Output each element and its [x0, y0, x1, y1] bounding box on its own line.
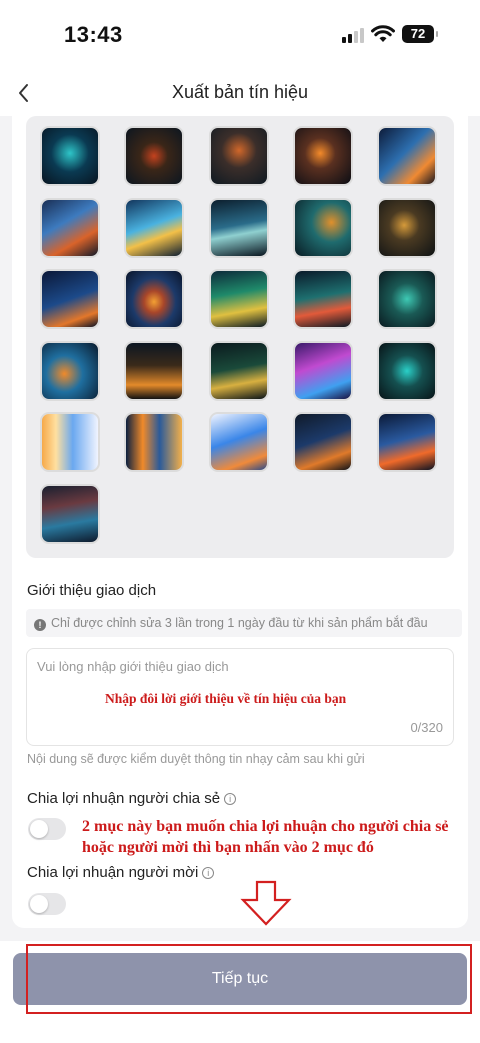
- nav-bar: Xuất bản tín hiệu: [0, 70, 480, 116]
- annotation-intro-hint: Nhập đôi lời giới thiệu về tín hiệu của …: [105, 691, 347, 706]
- inviter-profit-label: Chia lợi nhuận người mời i: [27, 864, 215, 881]
- annotation-down-arrow-icon: [240, 880, 292, 926]
- annotation-highlight-box: [26, 944, 472, 1014]
- warning-icon: !: [34, 619, 46, 631]
- cover-thumb-25[interactable]: [377, 412, 437, 472]
- cellular-signal-icon: [342, 27, 366, 43]
- cover-thumb-5[interactable]: [377, 126, 437, 186]
- review-note: Nội dung sẽ được kiểm duyệt thông tin nh…: [27, 752, 365, 766]
- inviter-profit-toggle[interactable]: [28, 893, 66, 915]
- notice-text: Chỉ được chỉnh sửa 3 lần trong 1 ngày đầ…: [51, 616, 428, 630]
- cover-thumb-22[interactable]: [124, 412, 184, 472]
- cover-thumb-19[interactable]: [293, 340, 353, 401]
- cover-thumb-2[interactable]: [124, 126, 184, 186]
- battery-icon: 72: [402, 25, 438, 43]
- intro-placeholder: Vui lòng nhập giới thiệu giao dịch: [37, 659, 229, 674]
- cover-thumb-8[interactable]: [209, 197, 269, 258]
- cover-thumb-20[interactable]: [377, 340, 437, 401]
- page-title: Xuất bản tín hiệu: [171, 82, 309, 102]
- cover-thumb-13[interactable]: [209, 269, 269, 329]
- toggle-knob: [30, 895, 48, 913]
- cover-thumb-4[interactable]: [293, 126, 353, 186]
- bottom-bar: Tiếp tục: [0, 941, 480, 1043]
- cover-thumb-3[interactable]: [209, 126, 269, 186]
- cover-thumb-15[interactable]: [377, 269, 437, 329]
- cover-image-grid: [26, 116, 454, 558]
- status-bar: 13:43 72: [0, 0, 480, 70]
- cover-thumb-6[interactable]: [40, 197, 100, 258]
- sharer-profit-toggle[interactable]: [28, 818, 66, 840]
- info-icon[interactable]: i: [202, 867, 215, 879]
- cover-thumb-14[interactable]: [293, 269, 353, 329]
- cover-thumb-21[interactable]: [40, 412, 100, 472]
- cover-thumb-1[interactable]: [40, 126, 100, 186]
- char-counter: 0/320: [410, 720, 443, 735]
- cover-thumb-18[interactable]: [209, 340, 269, 401]
- status-time: 13:43: [64, 22, 123, 47]
- cover-thumb-16[interactable]: [40, 340, 100, 401]
- edit-limit-notice: ! Chỉ được chỉnh sửa 3 lần trong 1 ngày đ…: [26, 609, 462, 637]
- sharer-profit-text: Chia lợi nhuận người chia sẻ: [27, 790, 221, 807]
- toggle-knob: [30, 820, 48, 838]
- annotation-toggle-hint: 2 mục này bạn muốn chia lợi nhuận cho ng…: [82, 818, 449, 856]
- cover-thumb-7[interactable]: [124, 197, 184, 258]
- cover-thumb-9[interactable]: [293, 197, 353, 258]
- cover-thumb-12[interactable]: [124, 269, 184, 329]
- cover-thumb-26[interactable]: [40, 483, 100, 544]
- wifi-icon: [371, 25, 395, 42]
- sharer-profit-label: Chia lợi nhuận người chia sẻ i: [27, 790, 237, 807]
- inviter-profit-text: Chia lợi nhuận người mời: [27, 864, 199, 881]
- cover-thumb-10[interactable]: [377, 197, 437, 258]
- intro-label: Giới thiệu giao dịch: [27, 582, 157, 599]
- cover-thumb-17[interactable]: [124, 340, 184, 401]
- cover-thumb-23[interactable]: [209, 412, 269, 472]
- info-icon[interactable]: i: [224, 793, 237, 805]
- cover-thumb-11[interactable]: [40, 269, 100, 329]
- cover-thumb-24[interactable]: [293, 412, 353, 472]
- intro-textarea[interactable]: Vui lòng nhập giới thiệu giao dịch Nhập …: [26, 648, 454, 746]
